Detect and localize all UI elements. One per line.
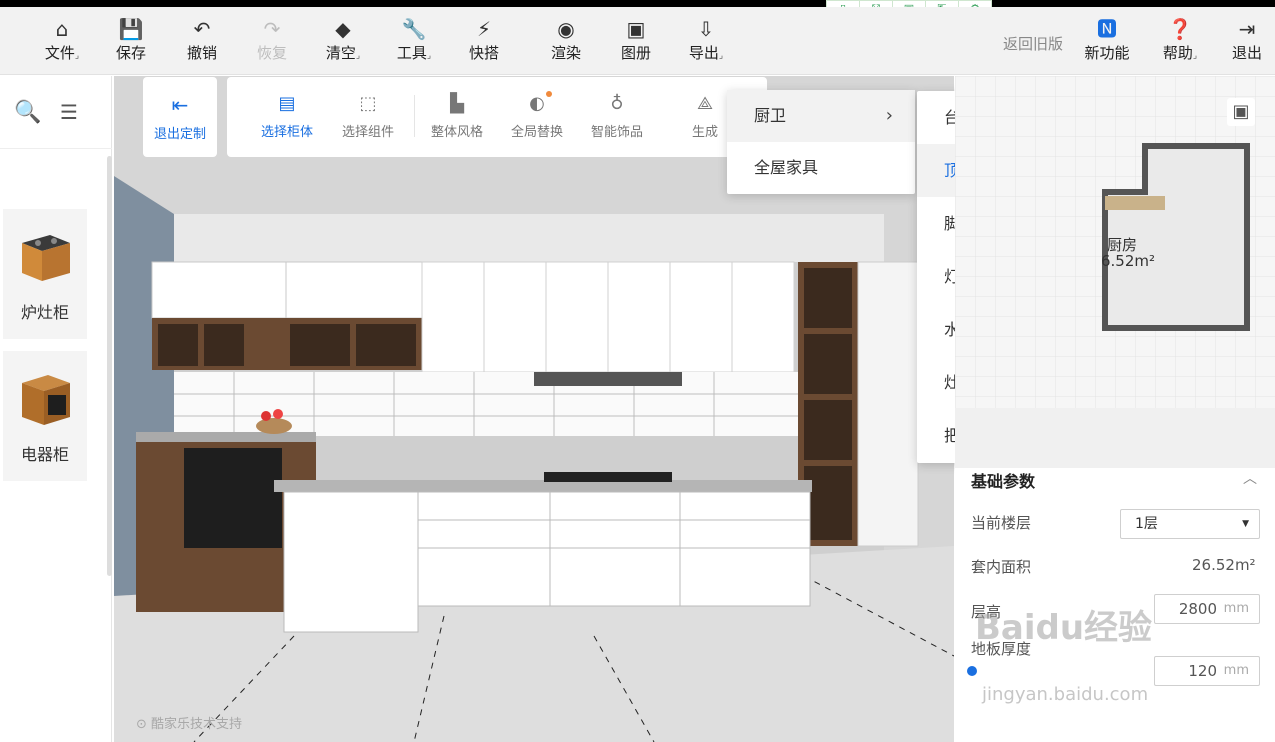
divider [0,148,112,149]
floor-label: 当前楼层 [971,514,1032,532]
decor-icon: ♁ [610,93,624,114]
album-button[interactable]: ▣ 图册 [606,15,666,63]
overall-style-button[interactable]: ▙ 整体风格 [422,91,492,140]
new-feature-button[interactable]: 🅽 新功能 [1077,15,1137,63]
list-filter-icon[interactable]: ☰ [60,100,78,124]
notification-dot [546,91,552,97]
logout-icon: ⇥ [1238,17,1256,41]
paint-roller-icon: ▙ [450,93,464,114]
floorplan-minimap[interactable]: 厨房 6.52m² ▣ [955,76,1275,408]
clear-menu-button[interactable]: ◆ 清空⌟ [313,15,373,66]
stove-cabinet-thumbnail [22,235,70,281]
menu-item-whole-house-furniture[interactable]: 全屋家具 [727,142,915,194]
wrench-icon: 🔧 [401,17,427,41]
logout-button[interactable]: ⇥ 退出 [1217,15,1275,63]
caret-icon: ⌟ [74,51,80,61]
global-replace-button[interactable]: ◐ 全局替换 [502,91,572,140]
help-menu-button[interactable]: ❓ 帮助⌟ [1150,15,1210,66]
old-version-link[interactable]: 返回旧版 [1003,33,1063,54]
search-icon[interactable]: 🔍 [14,100,41,125]
help-icon: ❓ [1167,17,1193,41]
left-catalog-panel: 🔍 ☰ 炉灶柜 电器柜 [0,76,112,742]
tools-menu-button[interactable]: 🔧 工具⌟ [384,15,444,66]
floor-select[interactable]: 1层 ▼ [1120,509,1260,539]
save-button[interactable]: 💾 保存 [101,15,161,63]
panel-scrollbar[interactable] [107,156,112,576]
undo-button[interactable]: ↶ 撤销 [172,15,232,63]
exit-icon: ⇤ [171,93,189,117]
catalog-item-label: 炉灶柜 [20,303,69,322]
top-black-strip [0,0,1275,7]
room-area-label: 6.52m² [1101,252,1156,270]
menu-item-kitchen-bath[interactable]: 厨卫 › [727,90,915,142]
export-icon: ⇩ [697,17,715,41]
lightning-icon: ⚡ [476,17,492,41]
export-menu-button[interactable]: ⇩ 导出⌟ [676,15,736,66]
select-component-button[interactable]: ⬚ 选择组件 [333,91,403,140]
caret-down-icon: ▼ [1242,519,1249,529]
component-icon: ⬚ [359,93,377,114]
file-menu-button[interactable]: ⌂ 文件⌟ [32,15,92,66]
quick-build-button[interactable]: ⚡ 快搭 [454,15,514,63]
section-title: 基础参数 [971,472,1036,491]
slider-handle[interactable] [967,666,977,676]
caret-icon: ⌟ [355,51,361,61]
area-label: 套内面积 [971,558,1032,576]
section-divider [955,408,1275,468]
file-icon: ⌂ [55,17,69,41]
main-toolbar: ⌂ 文件⌟ 💾 保存 ↶ 撤销 ↷ 恢复 ◆ 清空⌟ 🔧 工具⌟ ⚡ 快搭 ◉ … [0,7,1275,75]
custom-sub-toolbar: ▤ 选择柜体 ⬚ 选择组件 ▙ 整体风格 ◐ 全局替换 ♁ 智能饰品 ⟁ 生成 [227,77,767,157]
chevron-right-icon: › [885,105,893,126]
generate-dropdown-menu: 厨卫 › 全屋家具 [727,90,915,194]
palette-icon: ◐ [529,93,545,114]
render-button[interactable]: ◉ 渲染 [536,15,596,63]
thickness-input[interactable]: 120 mm [1154,656,1260,686]
height-input[interactable]: 2800 mm [1154,594,1260,624]
catalog-item-appliance-cabinet[interactable]: 电器柜 [3,351,87,481]
caret-icon: ⌟ [718,51,724,61]
cabinet-icon: ▤ [278,93,296,114]
image-icon: ▣ [626,17,646,41]
camera-icon: ◉ [557,17,575,41]
chevron-up-icon[interactable]: ︿ [1243,468,1257,488]
divider [414,95,415,137]
baidu-watermark: Baidu经验 [975,608,1153,648]
catalog-item-stove-cabinet[interactable]: 炉灶柜 [3,209,87,339]
new-badge-icon: 🅽 [1097,17,1117,41]
select-cabinet-button[interactable]: ▤ 选择柜体 [252,91,322,140]
caret-icon: ⌟ [426,51,432,61]
redo-button[interactable]: ↷ 恢复 [242,15,302,63]
catalog-item-label: 电器柜 [20,445,69,464]
eraser-icon: ◆ [335,17,351,41]
undo-icon: ↶ [193,17,211,41]
caret-icon: ⌟ [1192,51,1198,61]
layout-toggle-icon[interactable]: ▣ [1227,98,1255,126]
appliance-cabinet-thumbnail [22,375,70,425]
save-icon: 💾 [118,17,144,41]
smart-decor-button[interactable]: ♁ 智能饰品 [582,91,652,140]
baidu-watermark-url: jingyan.baidu.com [982,684,1149,705]
credit-text: ⊙ 酷家乐技术支持 [136,717,243,732]
exit-custom-button[interactable]: ⇤ 退出定制 [143,77,217,157]
redo-icon: ↷ [263,17,281,41]
area-value: 26.52m² [1192,556,1256,574]
